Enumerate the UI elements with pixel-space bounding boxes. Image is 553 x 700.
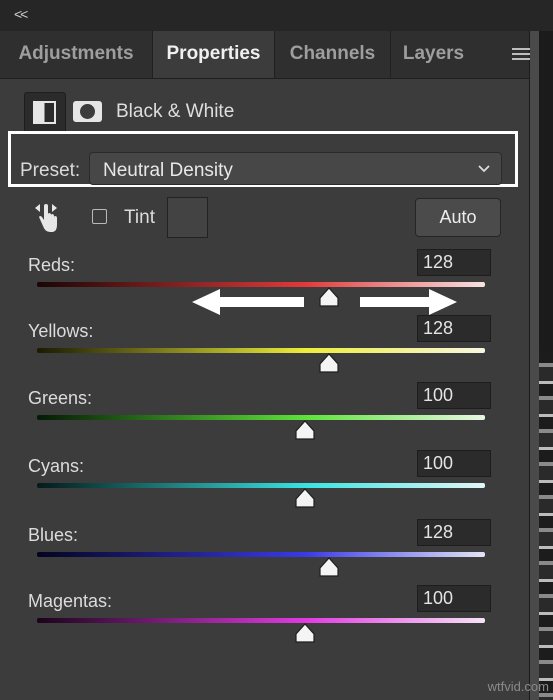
slider-thumb-blues[interactable] [318,557,340,577]
slider-label-magentas: Magentas: [28,591,113,611]
slider-thumb-reds[interactable] [318,287,340,307]
panel-tab-bar: Adjustments Properties Channels Layers [0,31,530,79]
canvas-edge [529,31,553,700]
slider-thumb-yellows[interactable] [318,353,340,373]
panel-top-bar: << [0,0,553,31]
slider-value-blues[interactable]: 128 [417,519,491,546]
panel-menu-icon[interactable] [512,48,530,63]
watermark: wtfvid.com [487,679,549,694]
chevron-down-icon [478,165,490,173]
auto-button[interactable]: Auto [415,198,501,237]
arrow-right-icon [360,289,457,315]
half-square-icon [33,101,56,124]
slider-thumb-magentas[interactable] [294,623,316,643]
tint-checkbox[interactable] [92,209,107,224]
slider-track-cyans[interactable] [37,483,485,488]
preset-selected-value: Neutral Density [103,160,233,181]
tab-adjustments[interactable]: Adjustments [0,31,152,78]
slider-track-yellows[interactable] [37,348,485,353]
slider-value-yellows[interactable]: 128 [417,315,491,342]
photo-preview-edge [539,351,553,700]
slider-label-greens: Greens: [28,388,93,408]
slider-cyans: Cyans: 100 [0,450,529,526]
slider-label-yellows: Yellows: [28,321,94,341]
preset-label: Preset: [20,160,81,181]
tab-channels[interactable]: Channels [275,31,390,78]
mask-icon [73,101,102,122]
targeted-adjustment-hand-icon[interactable] [32,202,60,234]
preset-dropdown[interactable]: Neutral Density [89,152,502,185]
slider-track-greens[interactable] [37,415,485,420]
slider-value-cyans[interactable]: 100 [417,450,491,477]
slider-track-magentas[interactable] [37,618,485,623]
slider-value-reds[interactable]: 128 [417,249,491,276]
adjustment-layer-button[interactable] [24,92,66,134]
adjustment-title: Black & White [116,101,235,122]
tint-color-swatch[interactable] [167,197,208,238]
slider-greens: Greens: 100 [0,382,529,458]
slider-label-cyans: Cyans: [28,456,85,476]
slider-thumb-greens[interactable] [294,420,316,440]
slider-track-blues[interactable] [37,552,485,557]
panel-scrollbar[interactable] [530,31,539,700]
slider-label-blues: Blues: [28,525,79,545]
tint-label: Tint [124,207,155,228]
slider-track-reds[interactable] [37,282,485,287]
slider-label-reds: Reds: [28,255,76,275]
layer-mask-button[interactable] [68,92,108,132]
slider-yellows: Yellows: 128 [0,315,529,391]
collapse-icon[interactable]: << [14,6,28,22]
slider-magentas: Magentas: 100 [0,585,529,661]
tab-layers[interactable]: Layers [391,31,476,78]
properties-panel: Black & White Preset: Neutral Density Ti… [0,79,529,700]
tab-properties[interactable]: Properties [153,31,274,78]
arrow-left-icon [192,289,304,315]
slider-thumb-cyans[interactable] [294,488,316,508]
slider-value-magentas[interactable]: 100 [417,585,491,612]
slider-value-greens[interactable]: 100 [417,382,491,409]
